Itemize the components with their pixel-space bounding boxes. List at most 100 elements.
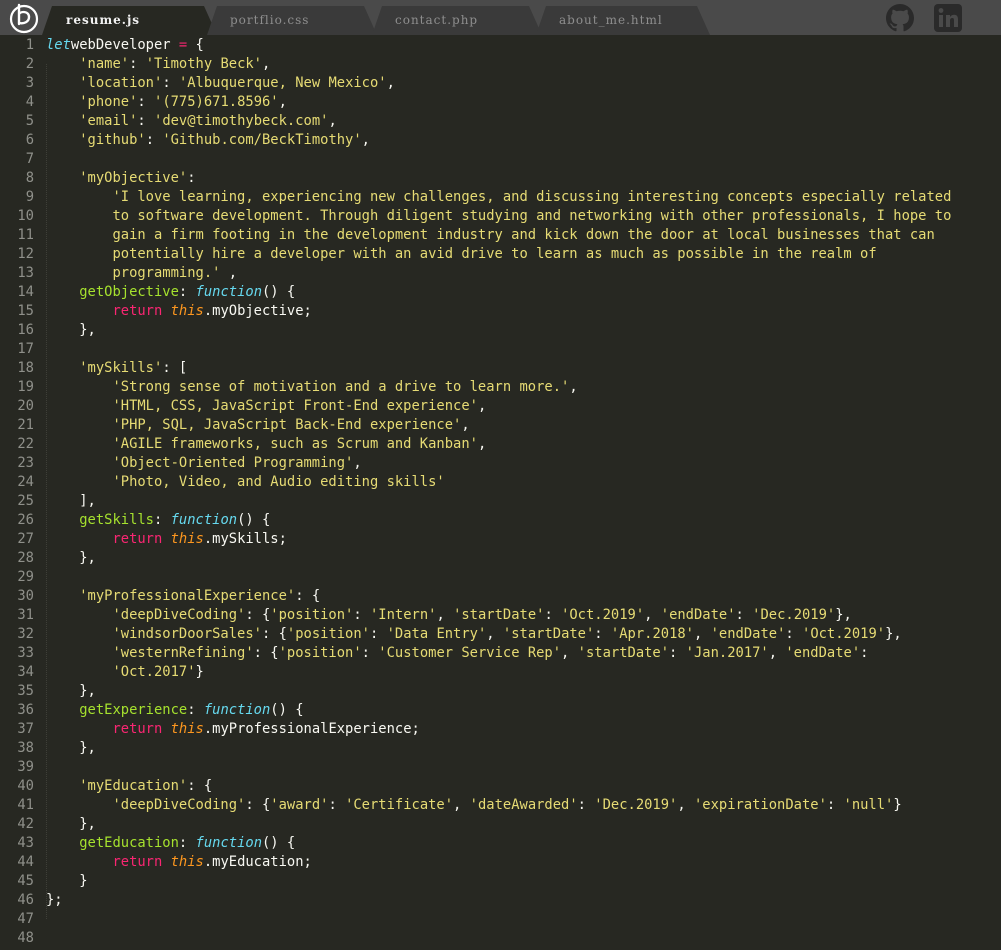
code-line: 11 gain a firm footing in the developmen…	[0, 226, 1001, 245]
code-token: : {	[261, 626, 287, 642]
code-token: :	[162, 75, 179, 91]
line-number: 38	[17, 740, 34, 756]
code-token: ,	[569, 379, 578, 395]
code-line: 24 'Photo, Video, and Audio editing skil…	[0, 473, 1001, 492]
code-token: :	[577, 797, 595, 813]
code-token: let	[46, 37, 71, 53]
code-token: 'dateAwarded'	[469, 797, 578, 813]
line-number: 34	[17, 664, 34, 680]
code-token: },	[835, 607, 852, 623]
tab-about-me-html[interactable]: about_me.html	[536, 6, 710, 35]
code-token: 'Apr.2018'	[610, 626, 694, 642]
line-number: 3	[25, 75, 34, 91]
code-token: potentially hire a developer with an avi…	[112, 246, 877, 262]
code-editor[interactable]: 1 letwebDeveloper = {2 'name': 'Timothy B…	[0, 35, 1001, 950]
code-token: 'Timothy Beck'	[145, 56, 262, 72]
site-logo-icon[interactable]	[8, 2, 40, 34]
code-line: 14 getObjective: function() {	[0, 283, 1001, 302]
code-token: }	[46, 873, 88, 889]
line-number: 15	[17, 303, 34, 319]
code-token: () {	[237, 512, 271, 528]
code-token: 'position'	[270, 607, 354, 623]
tab-contact-php[interactable]: contact.php	[372, 6, 542, 35]
tab-resume-js[interactable]: resume.js	[42, 6, 217, 35]
code-token: ,	[561, 645, 578, 661]
code-token: 'westernRefining'	[112, 645, 254, 661]
code-token: :	[328, 797, 346, 813]
code-token: ,	[486, 626, 503, 642]
code-token: 'Object-Oriented Programming'	[112, 455, 354, 471]
code-token: : {	[253, 645, 279, 661]
code-line: 22 'AGILE frameworks, such as Scrum and …	[0, 435, 1001, 454]
code-token: '(775)671.8596'	[154, 94, 279, 110]
code-text: 'mySkills': [	[46, 359, 187, 378]
code-line: 2 'name': 'Timothy Beck',	[0, 55, 1001, 74]
line-number: 27	[17, 531, 34, 547]
code-text: return this.mySkills;	[46, 530, 286, 549]
code-token: 'Oct.2019'	[802, 626, 886, 642]
code-token: :	[669, 645, 686, 661]
code-token: 'Dec.2019'	[594, 797, 678, 813]
code-token: ,	[694, 626, 711, 642]
code-token: :	[735, 607, 753, 623]
code-token: ,	[436, 607, 454, 623]
code-token: :	[594, 626, 611, 642]
code-text: potentially hire a developer with an avi…	[46, 245, 877, 264]
tab-portfolio-css[interactable]: portflio.css	[207, 6, 377, 35]
code-token: {	[187, 37, 204, 53]
code-token: :	[361, 645, 379, 661]
code-line: 3 'location': 'Albuquerque, New Mexico',	[0, 74, 1001, 93]
line-number: 29	[17, 569, 34, 585]
line-number: 10	[17, 208, 34, 224]
code-token: 'endDate'	[660, 607, 736, 623]
line-number: 18	[17, 360, 34, 376]
code-token: 'Oct.2019'	[561, 607, 645, 623]
code-text: 'github': 'Github.com/BeckTimothy',	[46, 131, 370, 150]
code-line: 19 'Strong sense of motivation and a dri…	[0, 378, 1001, 397]
code-text: 'name': 'Timothy Beck',	[46, 55, 270, 74]
code-token: function	[195, 284, 262, 300]
code-token: ],	[46, 493, 96, 509]
line-number: 33	[17, 645, 34, 661]
code-token: this	[170, 721, 204, 737]
code-text: 'phone': '(775)671.8596',	[46, 93, 287, 112]
code-text: 'AGILE frameworks, such as Scrum and Kan…	[46, 435, 486, 454]
code-line: 45 }	[0, 872, 1001, 891]
code-token: 'github'	[79, 132, 146, 148]
code-token: : {	[245, 797, 271, 813]
code-token: to software development. Through diligen…	[112, 208, 952, 224]
github-icon[interactable]	[886, 4, 914, 32]
code-line: 35 },	[0, 682, 1001, 701]
code-line: 17	[0, 340, 1001, 359]
code-token: : {	[295, 588, 321, 604]
linkedin-icon[interactable]	[934, 4, 962, 32]
code-token: 'startDate'	[502, 626, 595, 642]
code-line: 21 'PHP, SQL, JavaScript Back-End experi…	[0, 416, 1001, 435]
code-line: 27 return this.mySkills;	[0, 530, 1001, 549]
code-text: 'Object-Oriented Programming',	[46, 454, 361, 473]
code-token: 'deepDiveCoding'	[112, 607, 246, 623]
tab-label: resume.js	[66, 13, 141, 27]
code-line: 16 },	[0, 321, 1001, 340]
line-number: 46	[17, 892, 34, 908]
code-text: return this.myEducation;	[46, 853, 311, 872]
code-token: :	[785, 626, 803, 642]
code-line: 12 potentially hire a developer with an …	[0, 245, 1001, 264]
code-token: 'expirationDate'	[693, 797, 827, 813]
code-token: },	[46, 550, 96, 566]
code-token: ,	[278, 94, 287, 110]
code-text: 'Oct.2017'}	[46, 663, 203, 682]
